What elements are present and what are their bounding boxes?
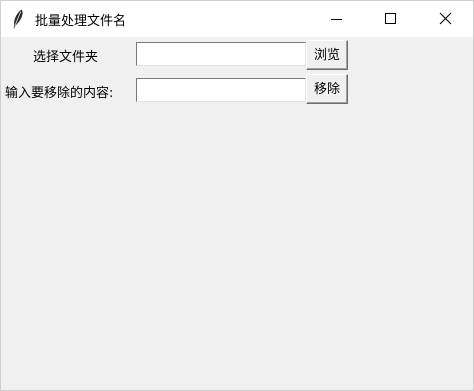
folder-label: 选择文件夹 (33, 50, 99, 65)
close-icon (439, 12, 452, 25)
remove-button[interactable]: 移除 (306, 74, 348, 104)
close-button[interactable] (419, 1, 473, 37)
window-title: 批量处理文件名 (35, 14, 127, 29)
title-bar[interactable]: 批量处理文件名 (1, 1, 473, 37)
maximize-button[interactable] (363, 1, 417, 37)
maximize-icon (385, 13, 396, 24)
remove-text-input[interactable] (136, 78, 306, 102)
browse-button[interactable]: 浏览 (306, 40, 348, 70)
feather-icon (11, 8, 25, 30)
minimize-button[interactable] (309, 1, 363, 37)
remove-text-label: 输入要移除的内容: (5, 86, 114, 101)
folder-path-input[interactable] (136, 42, 306, 66)
app-window: 批量处理文件名 选择文件夹 浏览 输入要移除的内容: 移除 (0, 0, 474, 391)
